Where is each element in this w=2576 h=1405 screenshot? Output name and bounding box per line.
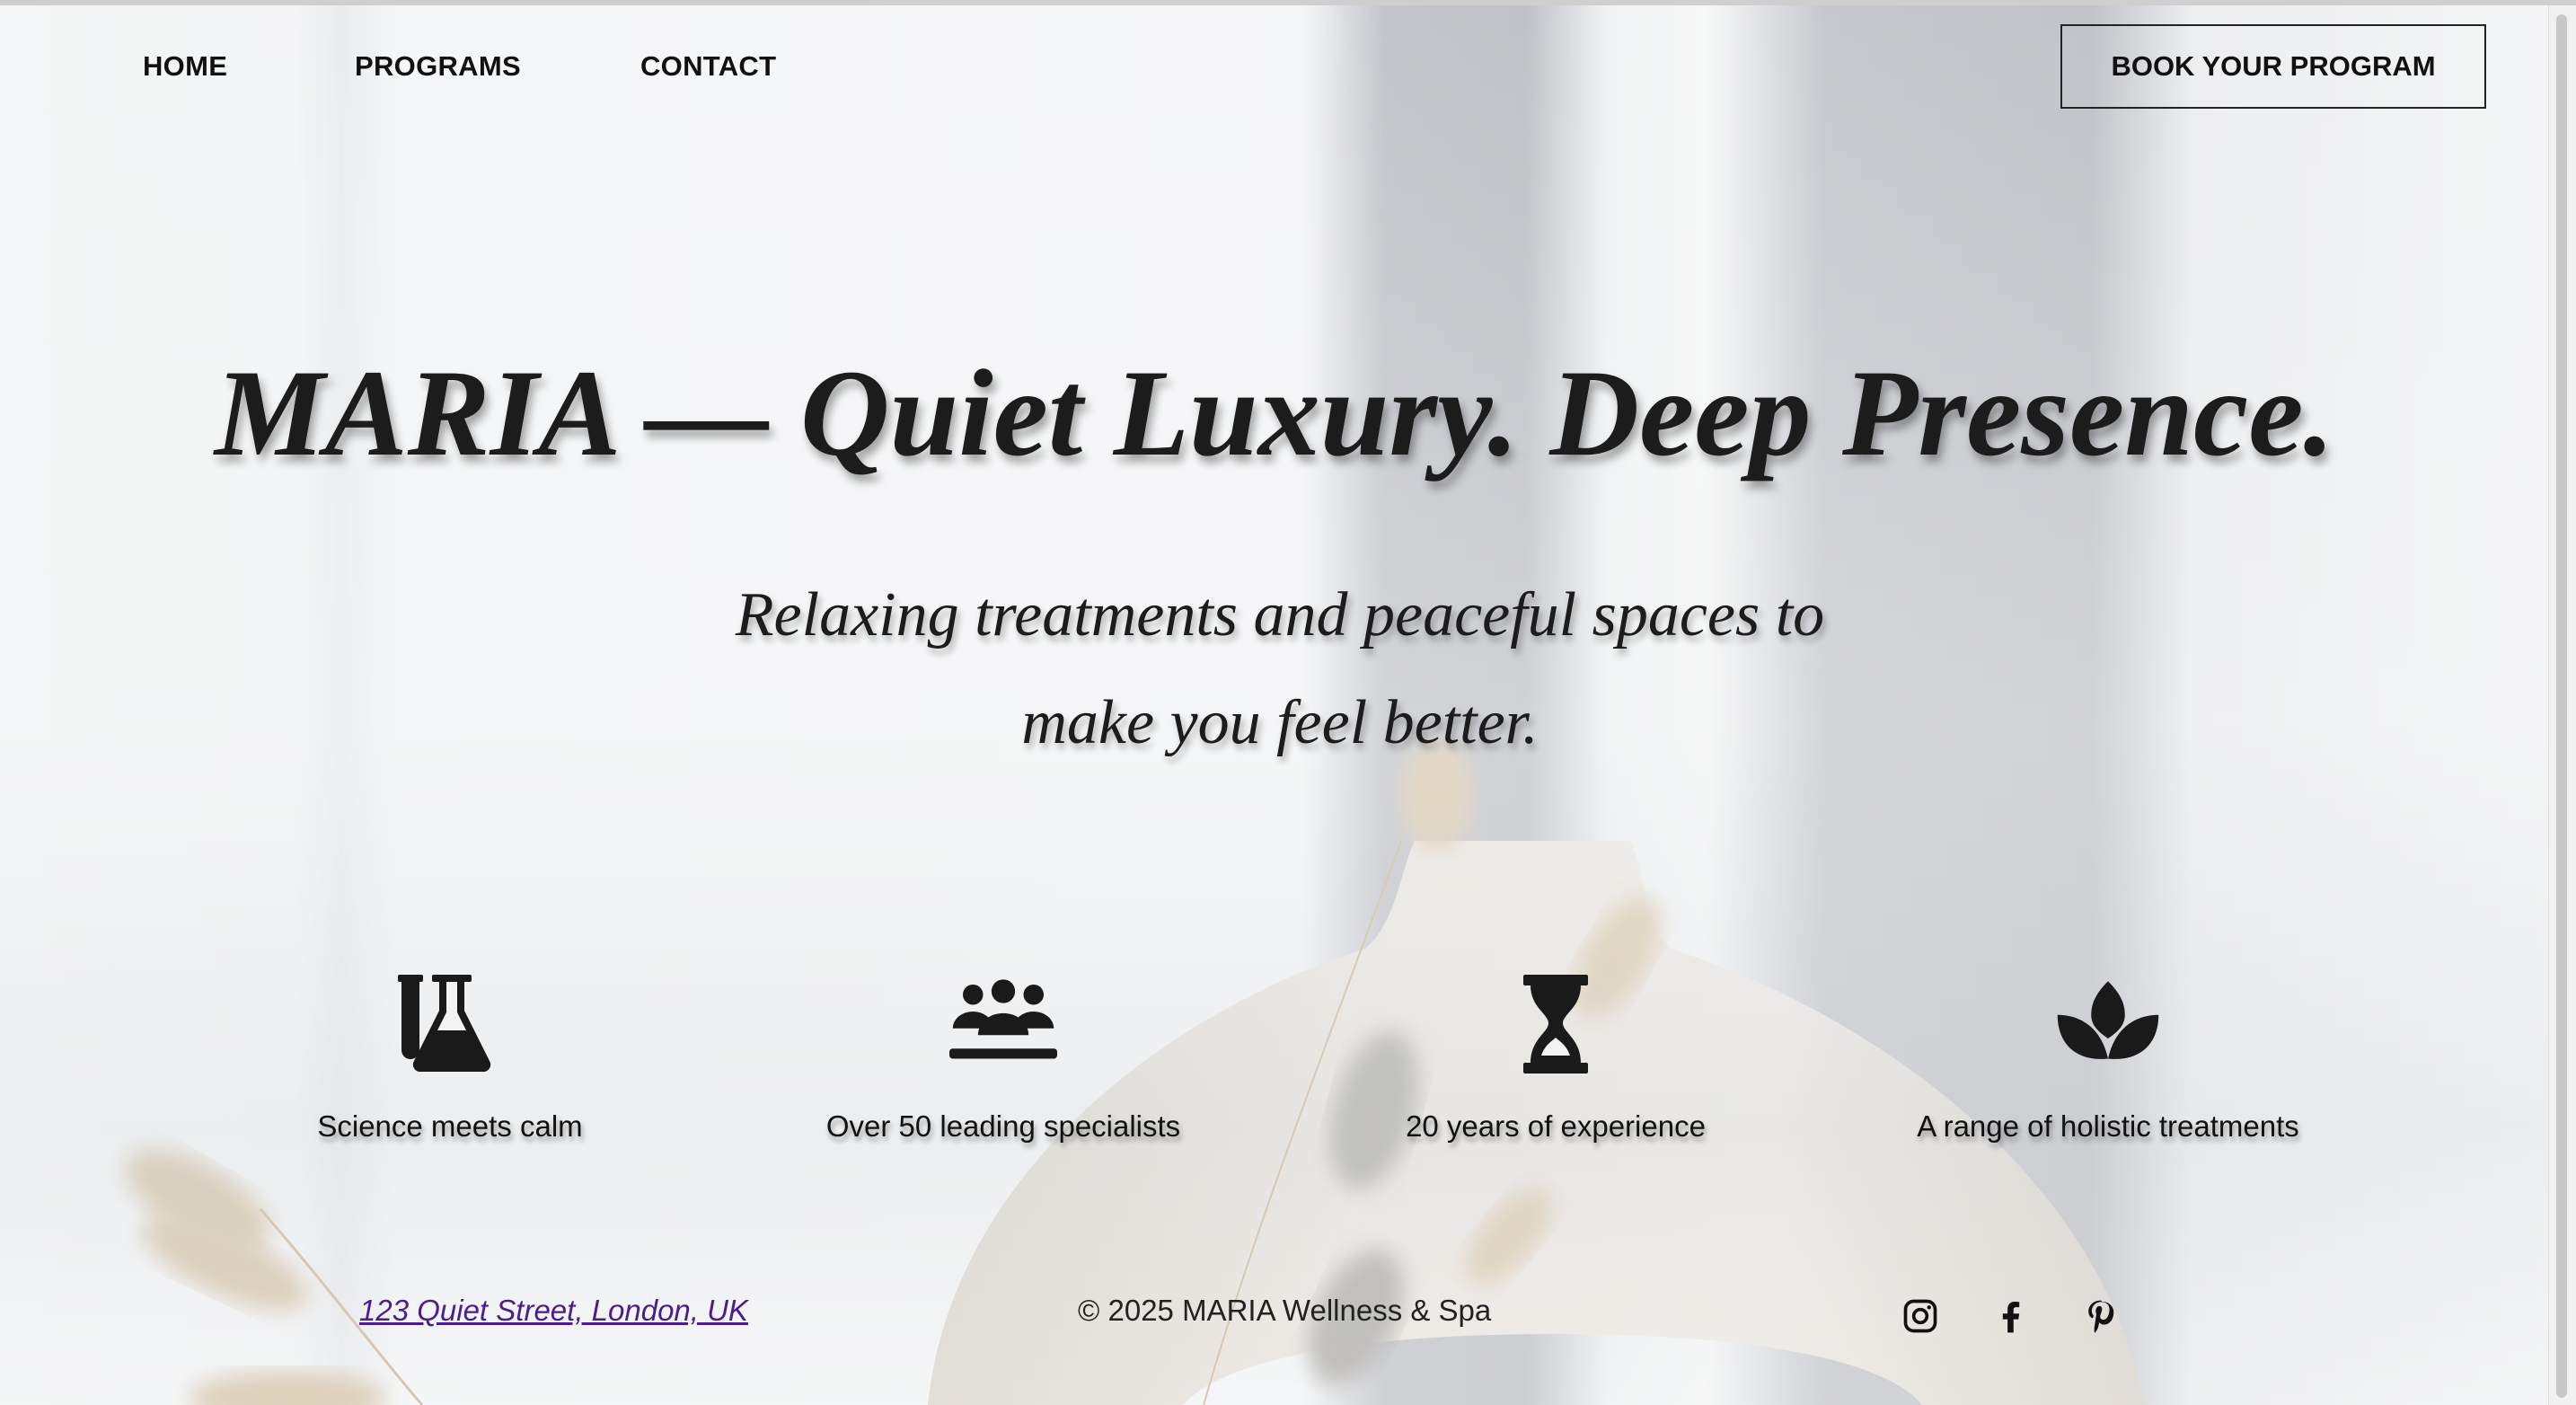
facebook-icon bbox=[2002, 1302, 2020, 1333]
nav-contact[interactable]: CONTACT bbox=[640, 50, 776, 83]
page-scrollbar[interactable] bbox=[2548, 5, 2576, 1405]
feature-specialists: Over 50 leading specialists bbox=[734, 975, 1273, 1144]
nav-home[interactable]: HOME bbox=[143, 50, 227, 83]
feature-label: Science meets calm bbox=[317, 1109, 583, 1143]
nav-programs[interactable]: PROGRAMS bbox=[355, 50, 521, 83]
hero-title: MARIA — Quiet Luxury. Deep Presence. bbox=[214, 344, 2334, 482]
instagram-icon bbox=[1903, 1299, 1937, 1333]
flask-icon bbox=[398, 975, 491, 1073]
facebook-link[interactable] bbox=[1991, 1296, 2031, 1336]
hero-subtitle: Relaxing treatments and peaceful spaces … bbox=[629, 561, 1931, 777]
users-icon bbox=[949, 979, 1057, 1059]
copyright-text: © 2025 MARIA Wellness & Spa bbox=[1078, 1294, 1492, 1327]
feature-label: Over 50 leading specialists bbox=[825, 1109, 1181, 1143]
hero-subtitle-line-1: Relaxing treatments and peaceful spaces … bbox=[735, 580, 1825, 649]
address-link[interactable]: 123 Quiet Street, London, UK bbox=[359, 1294, 748, 1328]
instagram-link[interactable] bbox=[1901, 1296, 1940, 1336]
hourglass-icon bbox=[1523, 975, 1588, 1074]
feature-label: 20 years of experience bbox=[1406, 1109, 1706, 1143]
lotus-icon bbox=[2057, 981, 2159, 1059]
pinterest-icon bbox=[2088, 1300, 2114, 1333]
feature-label: A range of holistic treatments bbox=[1917, 1109, 2299, 1143]
feature-treatments: A range of holistic treatments bbox=[1839, 975, 2378, 1144]
book-program-button[interactable]: BOOK YOUR PROGRAM bbox=[2060, 24, 2486, 109]
feature-experience: 20 years of experience bbox=[1286, 975, 1825, 1144]
feature-science: Science meets calm bbox=[181, 975, 719, 1144]
scrollbar-thumb[interactable] bbox=[2556, 14, 2567, 1398]
hero-subtitle-line-2: make you feel better. bbox=[1021, 688, 1539, 757]
pinterest-link[interactable] bbox=[2081, 1296, 2121, 1336]
